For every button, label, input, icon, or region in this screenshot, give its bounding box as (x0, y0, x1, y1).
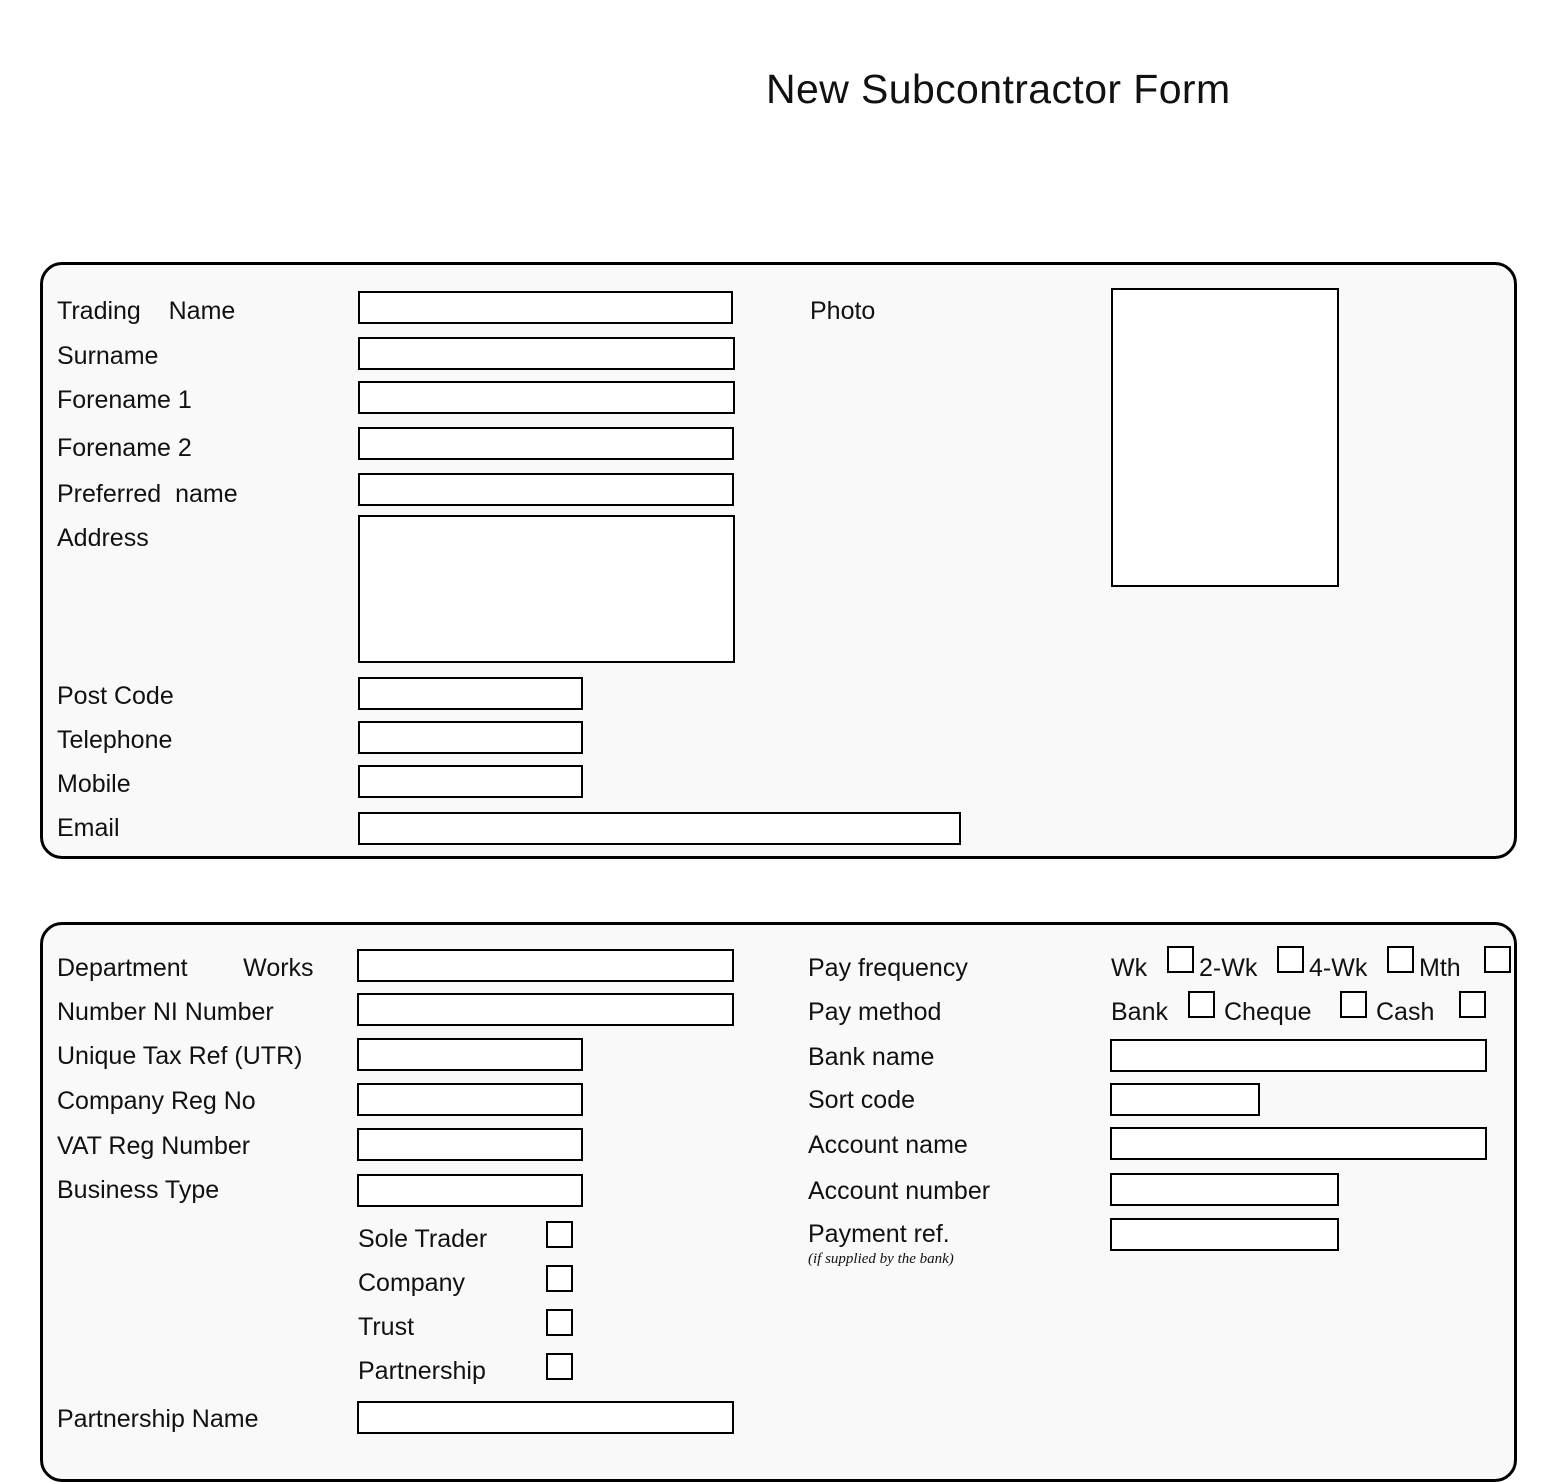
label-address: Address (57, 524, 149, 552)
pay-frequency-option-2wk-label: 2-Wk (1199, 954, 1258, 982)
page-title: New Subcontractor Form (766, 66, 1231, 112)
pay-method-option-cheque-label: Cheque (1224, 998, 1312, 1026)
payment-ref-hint: (if supplied by the bank) (808, 1251, 954, 1267)
number-ni-number-input[interactable] (357, 993, 734, 1026)
payment-ref-input[interactable] (1110, 1218, 1339, 1251)
surname-input[interactable] (358, 337, 735, 370)
pay-frequency-checkbox-mth[interactable] (1484, 946, 1511, 973)
preferred-name-input[interactable] (358, 473, 734, 506)
label-partnership-name: Partnership Name (57, 1405, 259, 1433)
label-payment-ref: Payment ref. (808, 1220, 950, 1248)
photo-upload-box[interactable] (1111, 288, 1339, 587)
forename-1-input[interactable] (358, 381, 735, 414)
sort-code-input[interactable] (1110, 1083, 1260, 1116)
pay-frequency-option-4wk-label: 4-Wk (1309, 954, 1368, 982)
label-mobile: Mobile (57, 770, 131, 798)
email-input[interactable] (358, 812, 961, 845)
label-pay-method: Pay method (808, 998, 942, 1026)
pay-method-option-cash-label: Cash (1376, 998, 1435, 1026)
label-number-ni-number: Number NI Number (57, 998, 274, 1026)
trading-name-input[interactable] (358, 291, 733, 324)
pay-frequency-checkbox-2wk[interactable] (1277, 946, 1304, 973)
pay-method-checkbox-cash[interactable] (1459, 991, 1486, 1018)
label-trading-name: Trading Name (57, 297, 236, 325)
label-sort-code: Sort code (808, 1086, 916, 1114)
address-textarea[interactable] (358, 515, 735, 663)
pay-frequency-option-wk-label: Wk (1111, 954, 1148, 982)
department-works-input[interactable] (357, 949, 734, 982)
label-forename-2: Forename 2 (57, 434, 192, 462)
label-unique-tax-ref: Unique Tax Ref (UTR) (57, 1042, 303, 1070)
pay-method-option-bank-label: Bank (1111, 998, 1168, 1026)
label-department-works: Department Works (57, 954, 314, 982)
business-type-input[interactable] (357, 1174, 583, 1207)
label-business-type: Business Type (57, 1176, 220, 1204)
company-reg-no-input[interactable] (357, 1083, 583, 1116)
mobile-input[interactable] (358, 765, 583, 798)
pay-frequency-checkbox-4wk[interactable] (1387, 946, 1414, 973)
business-type-checkbox-partnership[interactable] (546, 1353, 573, 1380)
account-number-input[interactable] (1110, 1173, 1339, 1206)
label-account-number: Account number (808, 1177, 991, 1205)
business-type-option-trust-label: Trust (358, 1313, 415, 1341)
business-type-checkbox-trust[interactable] (546, 1309, 573, 1336)
business-type-option-partnership-label: Partnership (358, 1357, 486, 1385)
business-type-option-company-label: Company (358, 1269, 465, 1297)
telephone-input[interactable] (358, 721, 583, 754)
unique-tax-ref-input[interactable] (357, 1038, 583, 1071)
label-email: Email (57, 814, 120, 842)
label-forename-1: Forename 1 (57, 386, 192, 414)
business-type-checkbox-sole-trader[interactable] (546, 1221, 573, 1248)
pay-method-checkbox-bank[interactable] (1188, 991, 1215, 1018)
business-type-option-sole-trader-label: Sole Trader (358, 1225, 488, 1253)
label-vat-reg-number: VAT Reg Number (57, 1132, 251, 1160)
label-telephone: Telephone (57, 726, 173, 754)
label-photo: Photo (810, 297, 876, 325)
label-company-reg-no: Company Reg No (57, 1087, 256, 1115)
pay-frequency-option-mth-label: Mth (1419, 954, 1461, 982)
bank-name-input[interactable] (1110, 1039, 1487, 1072)
pay-method-checkbox-cheque[interactable] (1340, 991, 1367, 1018)
pay-frequency-checkbox-wk[interactable] (1167, 946, 1194, 973)
post-code-input[interactable] (358, 677, 583, 710)
vat-reg-number-input[interactable] (357, 1128, 583, 1161)
business-type-checkbox-company[interactable] (546, 1265, 573, 1292)
account-name-input[interactable] (1110, 1127, 1487, 1160)
label-pay-frequency: Pay frequency (808, 954, 968, 982)
label-surname: Surname (57, 342, 159, 370)
forename-2-input[interactable] (358, 427, 734, 460)
label-account-name: Account name (808, 1131, 968, 1159)
label-post-code: Post Code (57, 682, 174, 710)
label-bank-name: Bank name (808, 1043, 935, 1071)
partnership-name-input[interactable] (357, 1401, 734, 1434)
label-preferred-name: Preferred name (57, 480, 238, 508)
